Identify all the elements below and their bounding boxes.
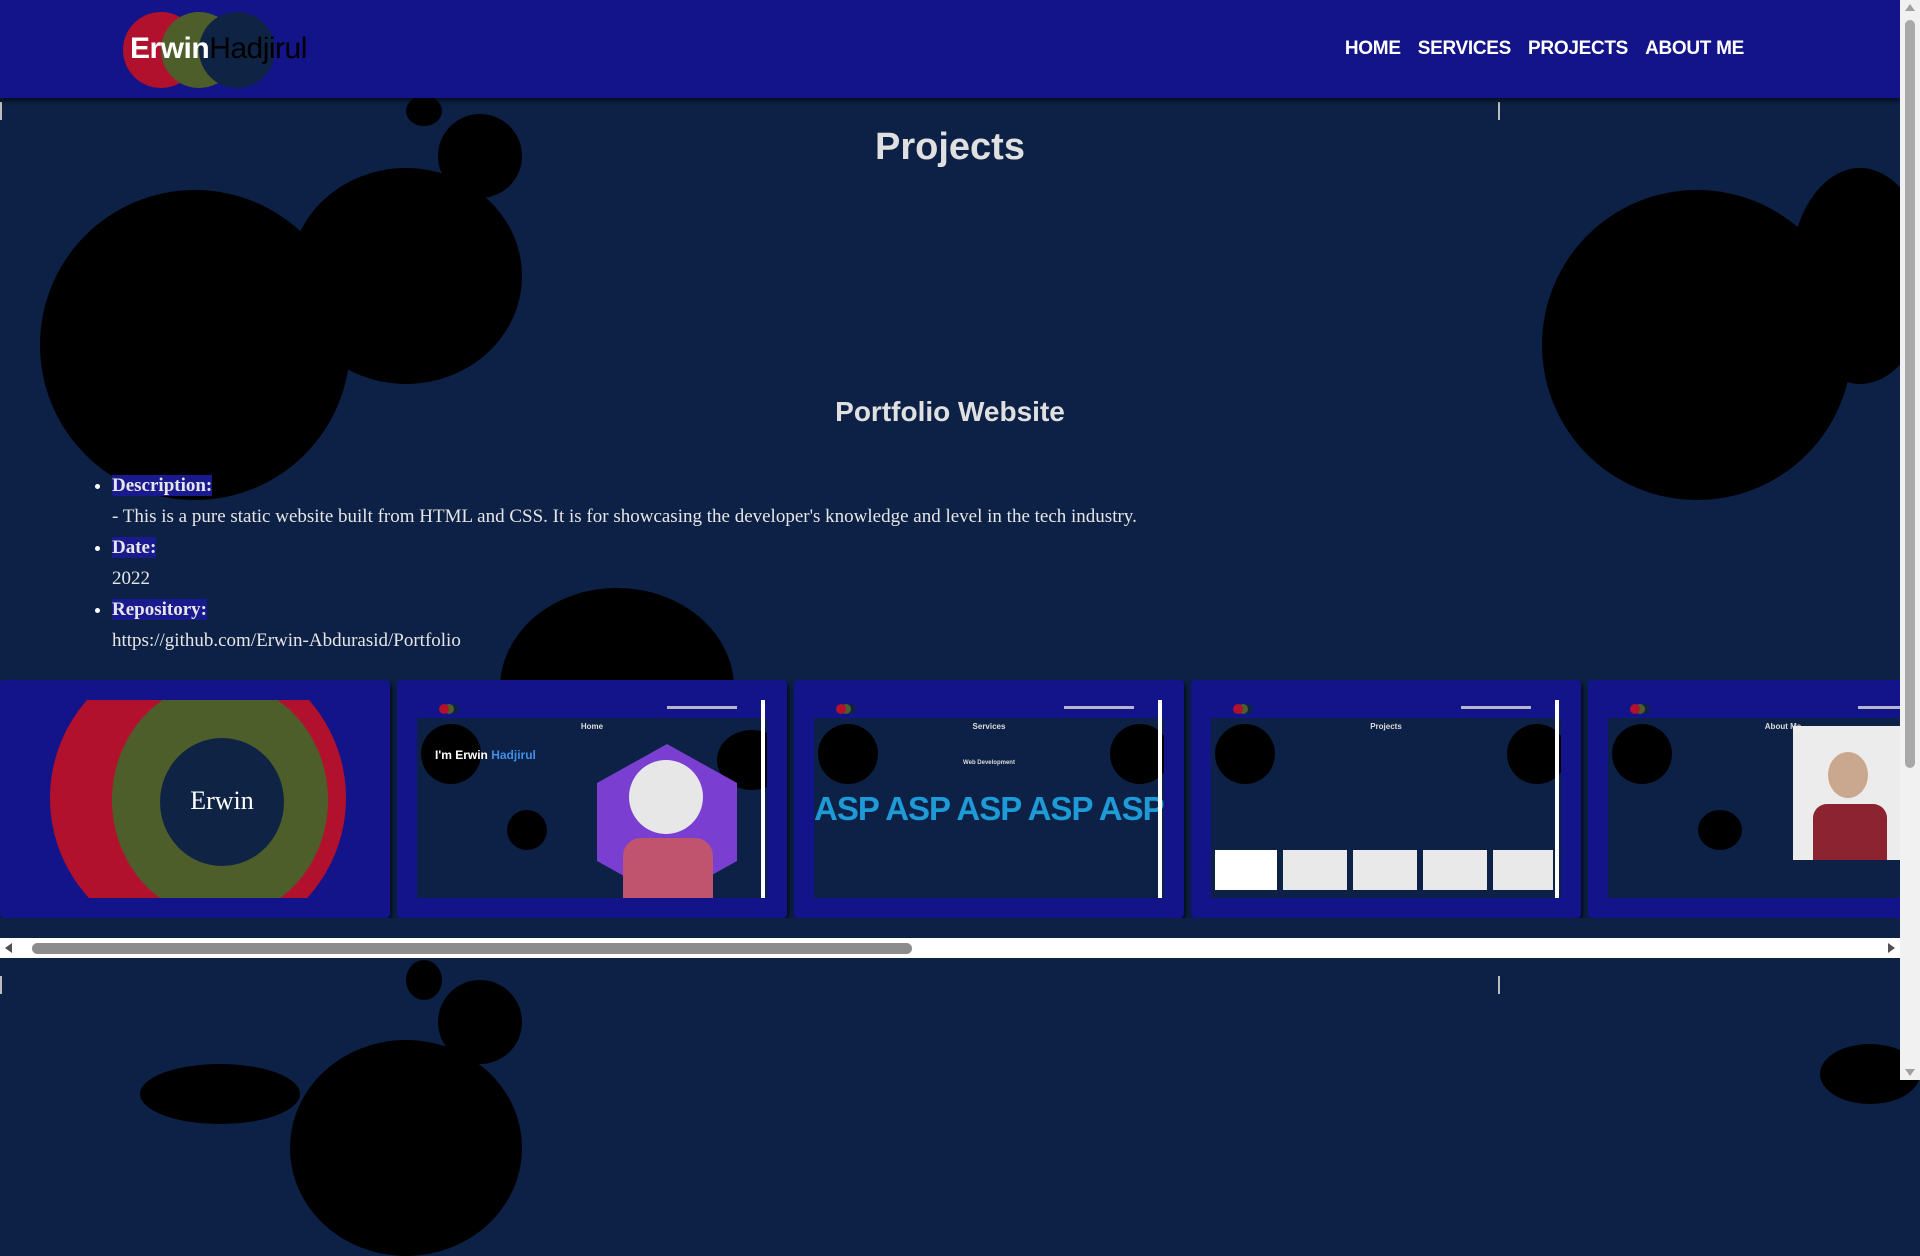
home-heading-main: I'm Erwin xyxy=(435,748,488,762)
about-photo-shirt xyxy=(1813,804,1887,860)
nav-projects[interactable]: PROJECTS xyxy=(1528,38,1628,60)
date-value: 2022 xyxy=(112,568,150,589)
detail-date: Date: 2022 xyxy=(112,532,1137,594)
repository-label: Repository: xyxy=(112,599,207,620)
gallery-card-about[interactable]: About Me xyxy=(1588,680,1900,918)
about-photo-face xyxy=(1828,752,1868,798)
services-subtitle: Web Development xyxy=(963,760,1015,766)
thumbnail xyxy=(1215,850,1277,890)
repository-value: https://github.com/Erwin-Abdurasid/Portf… xyxy=(112,630,461,651)
shot-scrollbar xyxy=(761,700,765,898)
thumbnail xyxy=(1493,850,1553,890)
horizontal-scroll-thumb[interactable] xyxy=(32,943,912,954)
scroll-right-arrow-icon[interactable] xyxy=(1888,943,1895,953)
thumbnail-strip xyxy=(1211,850,1561,892)
gallery-horizontal-scrollbar[interactable] xyxy=(0,938,1900,958)
thumbnail xyxy=(1283,850,1347,890)
detail-description: Description: - This is a pure static web… xyxy=(112,470,1137,532)
divider-mark xyxy=(0,102,2,120)
detail-repository: Repository: https://github.com/Erwin-Abd… xyxy=(112,594,1137,656)
project-gallery[interactable]: Erwin Home I'm Erwin Hadjirul Services W… xyxy=(0,680,1900,918)
logo-text: ErwinHadjirul xyxy=(130,32,307,66)
bg-circle xyxy=(818,724,878,784)
scroll-left-arrow-icon[interactable] xyxy=(5,943,12,953)
date-label: Date: xyxy=(112,537,157,558)
profile-photo-bg xyxy=(629,760,703,834)
mini-logo-icon xyxy=(1630,704,1640,714)
shot-scrollbar xyxy=(1555,700,1559,898)
vertical-scrollbar[interactable] xyxy=(1900,0,1920,1080)
mini-logo-icon xyxy=(439,704,449,714)
thumbnail xyxy=(1423,850,1487,890)
home-heading: I'm Erwin Hadjirul xyxy=(435,748,536,762)
profile-photo-robe xyxy=(623,838,713,898)
shot-scrollbar xyxy=(1158,700,1162,898)
home-screenshot: Home I'm Erwin Hadjirul xyxy=(417,700,767,898)
project-title: Portfolio Website xyxy=(835,396,1065,427)
description-value: - This is a pure static website built fr… xyxy=(112,506,1137,527)
nav-about-me[interactable]: ABOUT ME xyxy=(1645,38,1744,60)
mini-nav xyxy=(667,706,737,709)
bg-circle xyxy=(406,960,442,1000)
gallery-card-logo[interactable]: Erwin xyxy=(0,680,390,918)
mini-header xyxy=(814,700,1164,718)
description-label: Description: xyxy=(112,475,213,496)
logo-first-name: Erwin xyxy=(130,32,210,65)
services-screenshot: Services Web Development ASP ASP ASP ASP… xyxy=(814,700,1164,898)
home-heading-accent: Hadjirul xyxy=(491,748,536,762)
divider-mark xyxy=(1498,102,1500,120)
logo-image: Erwin xyxy=(20,700,370,898)
mini-header xyxy=(417,700,767,718)
about-screenshot: About Me xyxy=(1608,700,1900,898)
vertical-scroll-thumb[interactable] xyxy=(1905,20,1915,768)
mini-header xyxy=(1211,700,1561,718)
divider-mark xyxy=(0,976,2,994)
page-title: Projects xyxy=(875,126,1025,168)
thumbnail xyxy=(1353,850,1417,890)
nav-services[interactable]: SERVICES xyxy=(1418,38,1512,60)
project-details: Description: - This is a pure static web… xyxy=(88,470,1137,656)
mini-logo-icon xyxy=(836,704,846,714)
asp-banner: ASP ASP ASP ASP ASP ASP xyxy=(814,790,1164,827)
bg-circle xyxy=(290,1040,522,1256)
bg-circle xyxy=(1215,724,1275,784)
bg-circle xyxy=(406,96,442,126)
projects-screenshot: Projects xyxy=(1211,700,1561,898)
mini-nav xyxy=(1858,706,1900,709)
scroll-down-arrow-icon[interactable] xyxy=(1905,1069,1915,1076)
mini-header xyxy=(1608,700,1900,718)
divider-mark xyxy=(1498,976,1500,994)
nav-home[interactable]: HOME xyxy=(1345,38,1401,60)
bg-circle xyxy=(140,1064,300,1124)
bg-circle xyxy=(1110,724,1164,784)
bg-circle xyxy=(1612,724,1672,784)
gallery-card-services[interactable]: Services Web Development ASP ASP ASP ASP… xyxy=(794,680,1184,918)
main-nav: HOME SERVICES PROJECTS ABOUT ME xyxy=(1345,38,1744,60)
mini-logo-icon xyxy=(1233,704,1243,714)
bg-circle xyxy=(1507,724,1561,784)
logo-image-text: Erwin xyxy=(190,786,254,815)
site-logo[interactable]: ErwinHadjirul xyxy=(123,12,323,88)
site-header: ErwinHadjirul HOME SERVICES PROJECTS ABO… xyxy=(0,0,1900,98)
mini-nav xyxy=(1064,706,1134,709)
bg-circle xyxy=(1698,810,1742,850)
scroll-up-arrow-icon[interactable] xyxy=(1905,4,1915,11)
gallery-card-projects[interactable]: Projects xyxy=(1191,680,1581,918)
bg-circle xyxy=(507,810,547,850)
logo-last-name: Hadjirul xyxy=(209,32,307,65)
mini-nav xyxy=(1461,706,1531,709)
bg-circle xyxy=(290,168,522,384)
gallery-card-home[interactable]: Home I'm Erwin Hadjirul xyxy=(397,680,787,918)
